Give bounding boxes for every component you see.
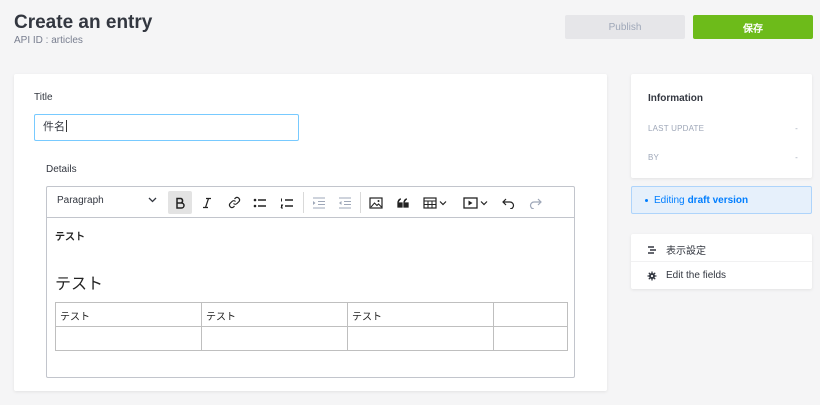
divider bbox=[631, 261, 812, 262]
chevron-down-icon bbox=[148, 195, 157, 206]
outdent-icon[interactable] bbox=[307, 191, 331, 214]
table-cell[interactable]: テスト bbox=[55, 302, 202, 327]
image-icon[interactable] bbox=[364, 191, 388, 214]
table-row: テスト テスト テスト bbox=[55, 302, 568, 327]
indent-icon[interactable] bbox=[333, 191, 357, 214]
toolbar-divider bbox=[303, 192, 304, 213]
last-update-value: - bbox=[795, 124, 798, 133]
save-button[interactable]: 保存 bbox=[693, 15, 813, 39]
content-heading-text: テスト bbox=[55, 276, 104, 293]
edit-fields-link[interactable]: Edit the fields bbox=[647, 270, 726, 281]
table-cell[interactable] bbox=[347, 326, 494, 351]
media-icon[interactable] bbox=[458, 191, 494, 214]
draft-version-text: draft version bbox=[687, 194, 749, 206]
block-format-value: Paragraph bbox=[57, 195, 104, 206]
toolbar-divider bbox=[360, 192, 361, 213]
title-label: Title bbox=[34, 92, 53, 103]
publish-button[interactable]: Publish bbox=[565, 15, 685, 39]
table-cell[interactable] bbox=[55, 326, 202, 351]
table-cell[interactable]: テスト bbox=[201, 302, 348, 327]
display-settings-link[interactable]: 表示設定 bbox=[647, 242, 706, 257]
bullet-list-icon[interactable] bbox=[248, 191, 272, 214]
block-format-select[interactable]: Paragraph bbox=[57, 195, 157, 206]
table-row bbox=[55, 326, 568, 351]
title-input[interactable]: 件名 bbox=[34, 114, 299, 141]
italic-icon[interactable] bbox=[195, 191, 219, 214]
page-title: Create an entry bbox=[14, 12, 153, 33]
list-settings-icon bbox=[647, 245, 657, 255]
draft-version-badge: Editing draft version bbox=[631, 186, 812, 214]
editor-content[interactable]: テスト テスト bbox=[47, 218, 574, 304]
information-card: Information LAST UPDATE - BY - bbox=[631, 74, 812, 178]
details-label: Details bbox=[46, 164, 77, 175]
bold-icon[interactable] bbox=[168, 191, 192, 214]
table-cell[interactable] bbox=[201, 326, 348, 351]
link-icon[interactable] bbox=[222, 191, 246, 214]
by-row: BY - bbox=[648, 153, 798, 162]
api-id: API ID : articles bbox=[14, 35, 83, 46]
quote-icon[interactable] bbox=[391, 191, 415, 214]
main-form-card: Title 件名 Details Paragraph テスト テスト テスト テ… bbox=[14, 74, 607, 391]
bullet-dot-icon bbox=[645, 198, 648, 202]
settings-links-card: 表示設定 Edit the fields bbox=[631, 234, 812, 289]
text-caret bbox=[66, 120, 67, 132]
rich-text-editor[interactable]: Paragraph テスト テスト テスト テスト テスト bbox=[46, 186, 575, 378]
table-cell[interactable] bbox=[493, 326, 568, 351]
by-value: - bbox=[795, 153, 798, 162]
table-cell[interactable] bbox=[493, 302, 568, 327]
by-label: BY bbox=[648, 153, 660, 162]
content-table[interactable]: テスト テスト テスト bbox=[55, 302, 568, 351]
title-input-value: 件名 bbox=[43, 121, 65, 133]
information-title: Information bbox=[648, 93, 703, 104]
last-update-label: LAST UPDATE bbox=[648, 124, 705, 133]
table-cell[interactable]: テスト bbox=[347, 302, 494, 327]
display-settings-label: 表示設定 bbox=[666, 246, 706, 257]
undo-icon[interactable] bbox=[496, 191, 520, 214]
draft-prefix: Editing bbox=[654, 194, 685, 206]
last-update-row: LAST UPDATE - bbox=[648, 124, 798, 133]
redo-icon[interactable] bbox=[523, 191, 547, 214]
editor-toolbar: Paragraph bbox=[47, 187, 574, 218]
numbered-list-icon[interactable] bbox=[275, 191, 299, 214]
edit-fields-label: Edit the fields bbox=[666, 270, 727, 281]
table-icon[interactable] bbox=[418, 191, 454, 214]
content-bold-text: テスト bbox=[55, 232, 85, 243]
gear-icon bbox=[647, 271, 657, 281]
